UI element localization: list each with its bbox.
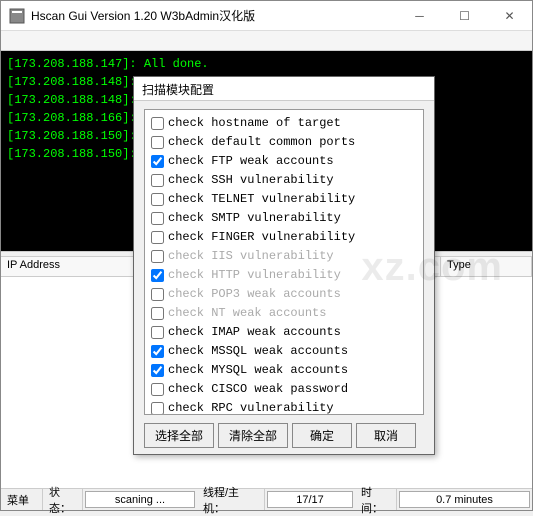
threads-value: 17/17 [267,491,353,508]
module-label: check NT weak accounts [168,305,326,322]
module-checkbox-item[interactable]: check NT weak accounts [147,304,421,323]
module-checkbox[interactable] [151,117,164,130]
module-checkbox[interactable] [151,364,164,377]
module-checkbox[interactable] [151,193,164,206]
status-value: scaning ... [85,491,195,508]
statusbar: 菜单 状态： scaning ... 线程/主机： 17/17 时间： 0.7 … [1,488,532,510]
module-label: check FINGER vulnerability [168,229,355,246]
toolbar [1,31,532,51]
module-checkbox[interactable] [151,250,164,263]
module-checkbox-item[interactable]: check IMAP weak accounts [147,323,421,342]
module-checkbox[interactable] [151,155,164,168]
module-checkbox-item[interactable]: check hostname of target [147,114,421,133]
module-checkbox-item[interactable]: check FINGER vulnerability [147,228,421,247]
module-checkbox-item[interactable]: check POP3 weak accounts [147,285,421,304]
module-label: check POP3 weak accounts [168,286,341,303]
select-all-button[interactable]: 选择全部 [144,423,214,448]
module-checkbox[interactable] [151,212,164,225]
module-label: check default common ports [168,134,355,151]
close-button[interactable]: ✕ [487,1,532,31]
dialog-title: 扫描模块配置 [134,77,434,101]
grid-header-type[interactable]: Type [441,257,532,276]
module-label: check TELNET vulnerability [168,191,355,208]
module-checkbox-item[interactable]: check TELNET vulnerability [147,190,421,209]
module-checkbox-item[interactable]: check FTP weak accounts [147,152,421,171]
module-checkbox-item[interactable]: check SMTP vulnerability [147,209,421,228]
module-label: check IIS vulnerability [168,248,334,265]
time-value: 0.7 minutes [399,491,530,508]
module-label: check SSH vulnerability [168,172,334,189]
module-label: check CISCO weak password [168,381,348,398]
cancel-button[interactable]: 取消 [356,423,416,448]
clear-all-button[interactable]: 清除全部 [218,423,288,448]
maximize-button[interactable]: ☐ [442,1,487,31]
module-label: check MYSQL weak accounts [168,362,348,379]
module-checkbox[interactable] [151,136,164,149]
module-checkbox-item[interactable]: check RPC vulnerability [147,399,421,415]
app-icon [9,8,25,24]
menu-label[interactable]: 菜单 [1,489,43,510]
dialog-body: check hostname of target check default co… [134,101,434,454]
module-checkbox[interactable] [151,269,164,282]
module-label: check MSSQL weak accounts [168,343,348,360]
module-checkbox[interactable] [151,231,164,244]
time-label: 时间： [355,489,397,510]
module-checkbox[interactable] [151,326,164,339]
module-checkbox-item[interactable]: check MSSQL weak accounts [147,342,421,361]
module-checkbox[interactable] [151,307,164,320]
module-checkbox-item[interactable]: check MYSQL weak accounts [147,361,421,380]
titlebar: Hscan Gui Version 1.20 W3bAdmin汉化版 ─ ☐ ✕ [1,1,532,31]
minimize-button[interactable]: ─ [397,1,442,31]
module-label: check HTTP vulnerability [168,267,341,284]
module-checkbox[interactable] [151,288,164,301]
module-label: check hostname of target [168,115,341,132]
module-checkbox-item[interactable]: check CISCO weak password [147,380,421,399]
module-label: check SMTP vulnerability [168,210,341,227]
module-checkbox[interactable] [151,383,164,396]
module-checkbox[interactable] [151,345,164,358]
console-line: [173.208.188.147]: All done. [7,55,526,73]
dialog-button-row: 选择全部 清除全部 确定 取消 [144,415,424,448]
module-checkbox-item[interactable]: check HTTP vulnerability [147,266,421,285]
window-title: Hscan Gui Version 1.20 W3bAdmin汉化版 [31,7,397,24]
module-label: check RPC vulnerability [168,400,334,415]
status-label: 状态： [43,489,83,510]
module-checkbox-item[interactable]: check default common ports [147,133,421,152]
module-checkbox-item[interactable]: check IIS vulnerability [147,247,421,266]
ok-button[interactable]: 确定 [292,423,352,448]
threads-label: 线程/主机： [197,489,265,510]
module-checkbox-item[interactable]: check SSH vulnerability [147,171,421,190]
module-checkbox[interactable] [151,174,164,187]
scan-modules-dialog: 扫描模块配置 check hostname of target check def… [133,76,435,455]
module-checklist: check hostname of target check default co… [144,109,424,415]
module-label: check IMAP weak accounts [168,324,341,341]
module-checkbox[interactable] [151,402,164,415]
module-label: check FTP weak accounts [168,153,334,170]
